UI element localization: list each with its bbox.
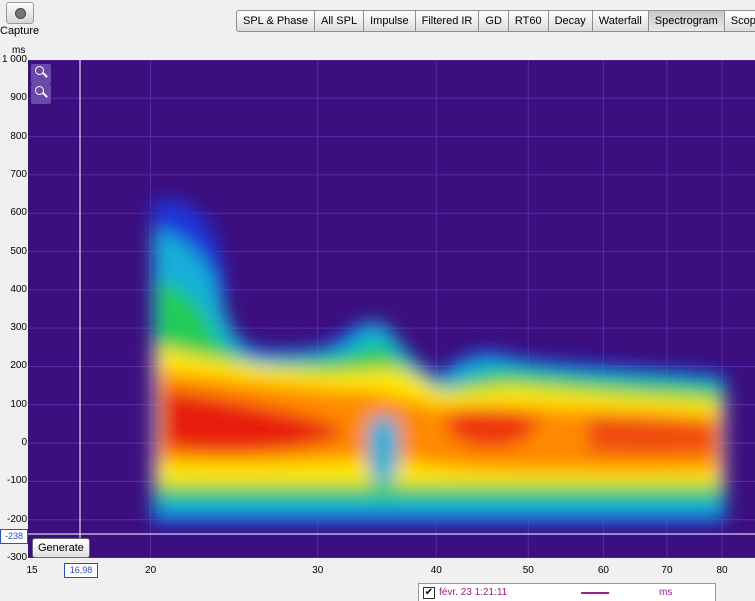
y-tick-label: 600: [10, 207, 27, 219]
capture-label: Capture: [0, 25, 40, 37]
tab-decay[interactable]: Decay: [548, 10, 593, 32]
y-tick-label: 100: [10, 398, 27, 410]
x-tick-label: 15: [26, 565, 38, 576]
tab-waterfall[interactable]: Waterfall: [592, 10, 649, 32]
y-tick-label: -300: [6, 552, 27, 563]
legend-unit: ms: [659, 587, 673, 598]
x-tick-label: 50: [522, 565, 534, 576]
y-tick-label: 500: [10, 245, 27, 257]
x-tick-label: 70: [661, 565, 673, 576]
y-tick-label: 800: [10, 130, 27, 142]
y-tick-label: 200: [10, 360, 27, 372]
tab-gd[interactable]: GD: [479, 10, 509, 32]
y-tick-label: -200: [6, 513, 27, 525]
generate-button[interactable]: Generate: [32, 538, 90, 558]
y-tick-label: 700: [10, 168, 27, 180]
spectrogram-contour: [367, 416, 399, 485]
tab-all-spl[interactable]: All SPL: [315, 10, 365, 32]
spectrogram-svg[interactable]: [28, 59, 755, 559]
x-tick-label: 40: [430, 565, 442, 576]
y-tick-label: 400: [10, 283, 27, 295]
graph-tabs: SPL & Phase All SPL Impulse Filtered IR …: [236, 10, 755, 32]
legend-measurement-name: févr. 23 1:21:11: [439, 587, 508, 598]
zoom-in-y-button[interactable]: [31, 64, 51, 84]
camera-icon: [15, 8, 26, 19]
capture-button[interactable]: [6, 2, 34, 24]
x-tick-label: 60: [597, 565, 609, 576]
spectrogram-plot[interactable]: [28, 59, 755, 559]
zoom-out-y-button[interactable]: [31, 84, 51, 104]
y-tick-label: 900: [10, 92, 27, 104]
tab-spectrogram[interactable]: Spectrogram: [648, 10, 725, 32]
legend-row: ✔ févr. 23 1:21:11 ms: [418, 583, 716, 601]
y-tick-label: 300: [10, 322, 27, 334]
tab-rt60[interactable]: RT60: [508, 10, 549, 32]
capture-control: Capture: [0, 0, 40, 40]
y-tick-label: 0: [21, 437, 27, 449]
tab-scope[interactable]: Scope: [724, 10, 755, 32]
tab-filtered-ir[interactable]: Filtered IR: [415, 10, 480, 32]
tab-impulse[interactable]: Impulse: [364, 10, 416, 32]
y-cursor-readout: -238: [0, 529, 28, 544]
y-tick-label: -100: [6, 475, 27, 487]
legend-checkbox[interactable]: ✔: [423, 587, 435, 599]
x-tick-label: 30: [312, 565, 324, 576]
x-cursor-readout: 16,98: [64, 563, 98, 578]
x-tick-label: 20: [145, 565, 157, 576]
x-tick-label: 80: [716, 565, 728, 576]
tab-spl-phase[interactable]: SPL & Phase: [236, 10, 316, 32]
legend-color-line: [581, 592, 609, 594]
y-tick-label: 1 000: [1, 54, 27, 65]
